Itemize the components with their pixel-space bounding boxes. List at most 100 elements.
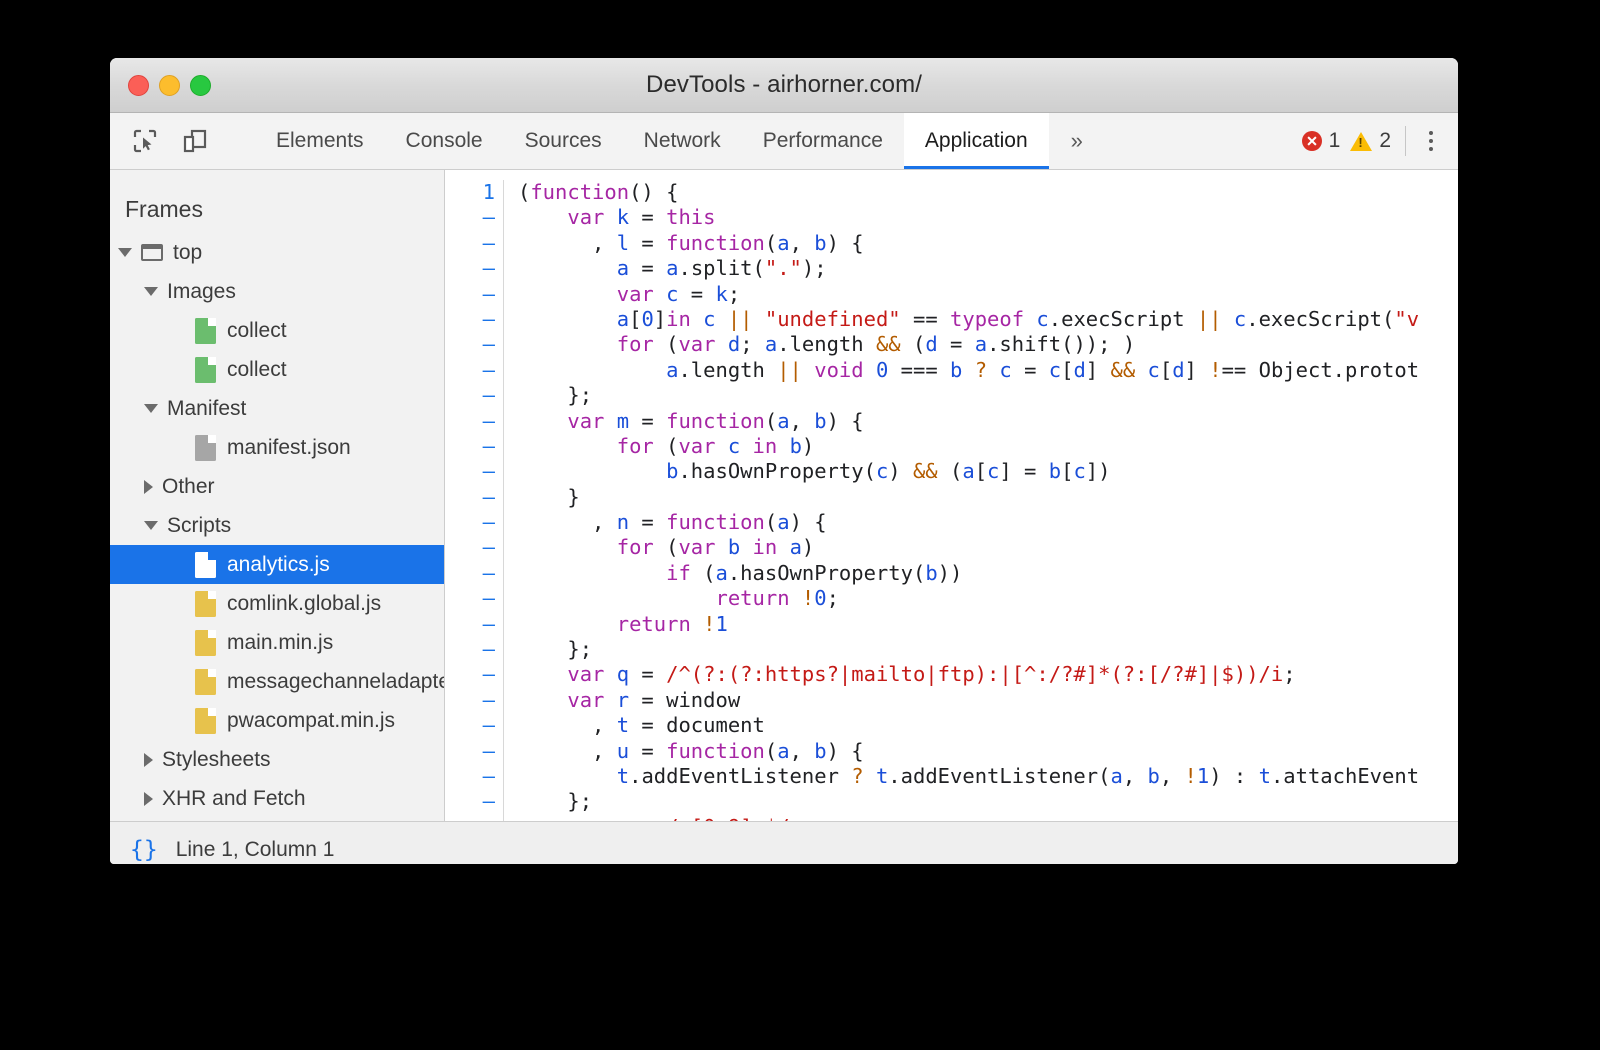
inspect-element-icon[interactable]: [128, 124, 162, 158]
code-line: return !0;: [518, 586, 1419, 611]
tree-item-main-min-js[interactable]: main.min.js: [110, 623, 444, 662]
code-line: a.length || void 0 === b ? c = c[d] && c…: [518, 358, 1419, 383]
line-number: –: [445, 713, 495, 738]
chevron-down-icon[interactable]: [118, 248, 132, 257]
code-content[interactable]: (function() { var k = this , l = functio…: [504, 180, 1419, 821]
tree-item-comlink-global-js[interactable]: comlink.global.js: [110, 584, 444, 623]
tree-item-manifest-json[interactable]: manifest.json: [110, 428, 444, 467]
tree-item-label: Other: [162, 476, 215, 497]
code-line: , l = function(a, b) {: [518, 231, 1419, 256]
code-line: var r = window: [518, 688, 1419, 713]
code-line: var c = k;: [518, 282, 1419, 307]
panel-tabs: Elements Console Sources Network Perform…: [255, 113, 1105, 169]
window-title: DevTools - airhorner.com/: [110, 71, 1458, 99]
line-number: –: [445, 815, 495, 821]
tree-item-analytics-js[interactable]: analytics.js: [110, 545, 444, 584]
tree-item-airhorner-com-[interactable]: airhorner.com/: [110, 818, 444, 821]
code-line: if (a.hasOwnProperty(b)): [518, 561, 1419, 586]
code-line: a = a.split(".");: [518, 256, 1419, 281]
line-number-gutter: 1–––––––––––––––––––––––––: [445, 180, 504, 821]
line-number: –: [445, 764, 495, 789]
code-view: 1––––––––––––––––––––––––– (function() {…: [445, 170, 1458, 821]
line-number: –: [445, 535, 495, 560]
close-button[interactable]: [128, 75, 149, 96]
device-toolbar-icon[interactable]: [178, 124, 212, 158]
line-number: –: [445, 586, 495, 611]
pretty-print-icon[interactable]: {}: [130, 837, 158, 863]
warning-counter[interactable]: 2: [1350, 129, 1391, 153]
code-line: var k = this: [518, 205, 1419, 230]
document-icon: [195, 357, 216, 383]
tree-item-stylesheets[interactable]: Stylesheets: [110, 740, 444, 779]
warning-count: 2: [1379, 129, 1391, 153]
line-number: –: [445, 383, 495, 408]
code-line: a[0]in c || "undefined" == typeof c.exec…: [518, 307, 1419, 332]
line-number: –: [445, 561, 495, 586]
tree-item-label: manifest.json: [227, 437, 351, 458]
line-number: –: [445, 612, 495, 637]
tree-item-scripts[interactable]: Scripts: [110, 506, 444, 545]
tree-item-messagechanneladapter-js[interactable]: messagechanneladapter.js: [110, 662, 444, 701]
toolbar-status-group: 1 2: [1302, 113, 1458, 169]
tree-item-collect[interactable]: collect: [110, 350, 444, 389]
chevron-down-icon[interactable]: [144, 521, 158, 530]
more-tabs-icon[interactable]: »: [1049, 113, 1105, 169]
zoom-button[interactable]: [190, 75, 211, 96]
line-number: –: [445, 459, 495, 484]
tab-application[interactable]: Application: [904, 113, 1049, 169]
code-line: };: [518, 383, 1419, 408]
chevron-right-icon[interactable]: [144, 792, 153, 806]
tab-elements[interactable]: Elements: [255, 113, 385, 169]
error-counter[interactable]: 1: [1302, 129, 1341, 153]
tree-item-pwacompat-min-js[interactable]: pwacompat.min.js: [110, 701, 444, 740]
code-line: };: [518, 637, 1419, 662]
document-icon: [195, 669, 216, 695]
chevron-down-icon[interactable]: [144, 287, 158, 296]
chevron-right-icon[interactable]: [144, 480, 153, 494]
tab-console[interactable]: Console: [385, 113, 504, 169]
line-number: –: [445, 231, 495, 256]
tree-item-manifest[interactable]: Manifest: [110, 389, 444, 428]
tab-sources[interactable]: Sources: [504, 113, 623, 169]
line-number: –: [445, 485, 495, 510]
toolbar-icon-group: [110, 113, 255, 169]
tree-item-other[interactable]: Other: [110, 467, 444, 506]
code-line: , t = document: [518, 713, 1419, 738]
chevron-down-icon[interactable]: [144, 404, 158, 413]
line-number: –: [445, 789, 495, 814]
tab-network[interactable]: Network: [623, 113, 742, 169]
minimize-button[interactable]: [159, 75, 180, 96]
frame-icon: [141, 244, 163, 261]
document-icon: [195, 552, 216, 578]
tree-item-collect[interactable]: collect: [110, 311, 444, 350]
line-number: –: [445, 510, 495, 535]
tree-item-top[interactable]: top: [110, 233, 444, 272]
line-number: –: [445, 739, 495, 764]
tree-item-label: Manifest: [167, 398, 246, 419]
tree-item-label: comlink.global.js: [227, 593, 381, 614]
tree-item-label: Scripts: [167, 515, 231, 536]
chevron-right-icon[interactable]: [144, 753, 153, 767]
line-number: –: [445, 409, 495, 434]
tab-performance[interactable]: Performance: [742, 113, 904, 169]
source-editor[interactable]: 1––––––––––––––––––––––––– (function() {…: [445, 170, 1458, 821]
tree-item-xhr-and-fetch[interactable]: XHR and Fetch: [110, 779, 444, 818]
tree-item-label: Stylesheets: [162, 749, 271, 770]
line-number: –: [445, 256, 495, 281]
tree-item-images[interactable]: Images: [110, 272, 444, 311]
tree-item-label: messagechanneladapter.js: [227, 671, 445, 692]
code-line: for (var c in b): [518, 434, 1419, 459]
document-icon: [195, 318, 216, 344]
line-number: –: [445, 205, 495, 230]
code-line: for (var d; a.length && (d = a.shift());…: [518, 332, 1419, 357]
code-line: }: [518, 485, 1419, 510]
code-line: var v = /:[0-9]+$/: [518, 815, 1419, 821]
line-number: –: [445, 307, 495, 332]
tree-item-label: top: [173, 242, 202, 263]
devtools-toolbar: Elements Console Sources Network Perform…: [110, 113, 1458, 170]
window-controls[interactable]: [128, 58, 211, 112]
code-line: t.addEventListener ? t.addEventListener(…: [518, 764, 1419, 789]
more-options-icon[interactable]: [1418, 124, 1444, 158]
line-number: –: [445, 637, 495, 662]
tree-item-label: Images: [167, 281, 236, 302]
